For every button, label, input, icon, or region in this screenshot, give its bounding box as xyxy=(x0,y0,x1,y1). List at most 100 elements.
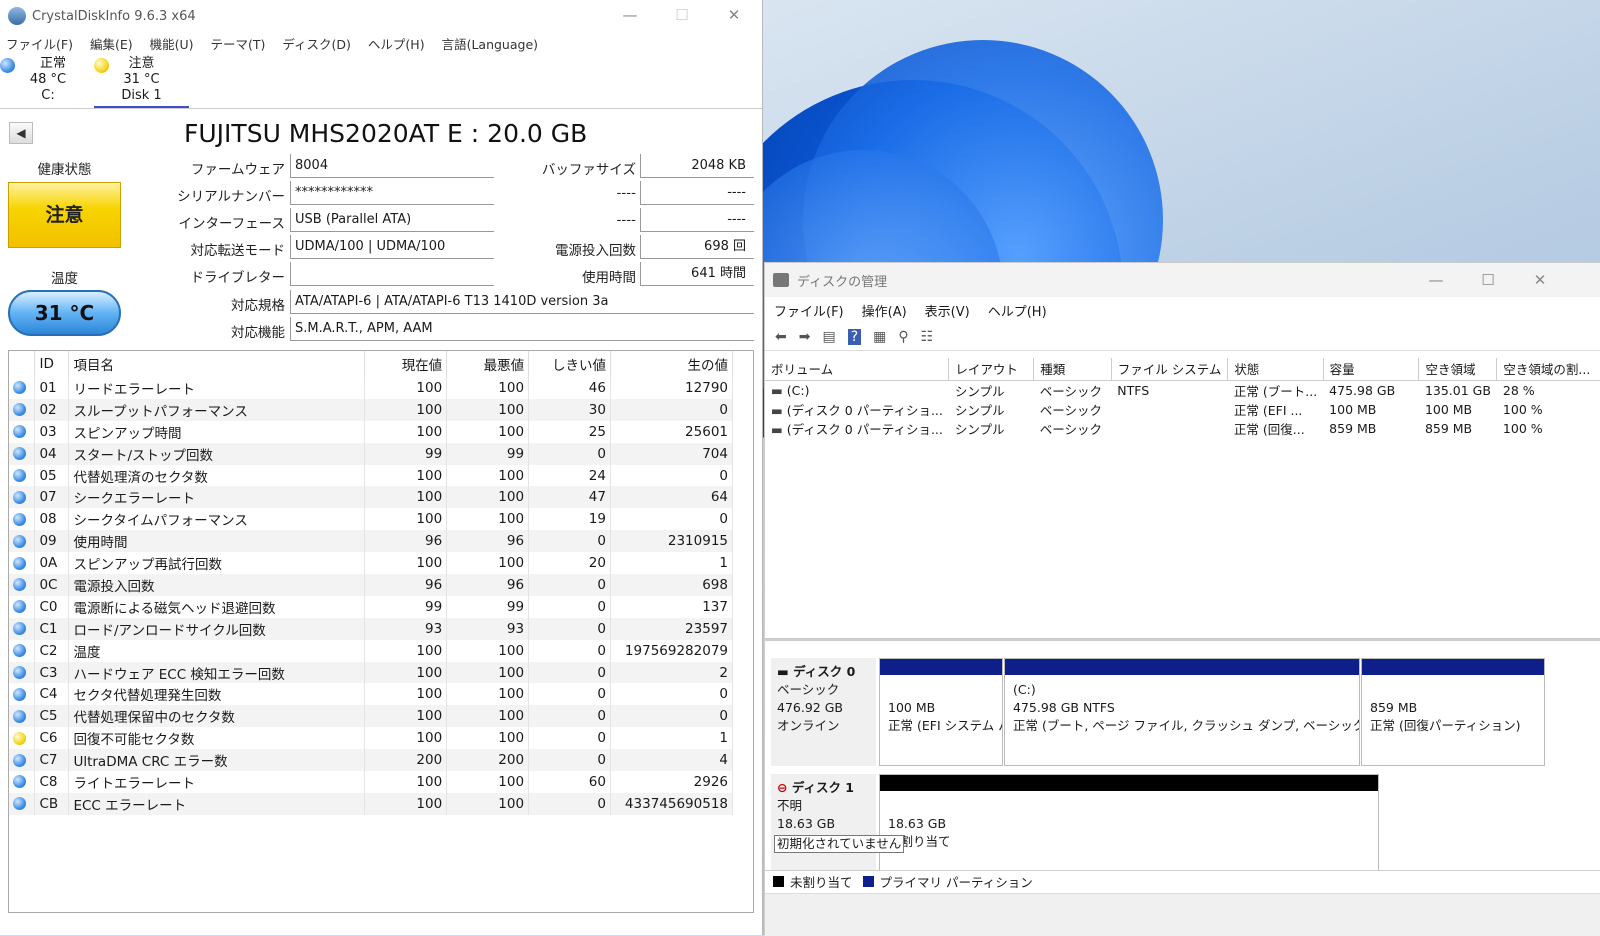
disk-tab-c[interactable]: 正常 48 °C C: xyxy=(0,56,88,104)
minimize-button[interactable]: — xyxy=(604,6,656,24)
capacity-column-header[interactable]: 容量 xyxy=(1323,358,1420,381)
menu-action[interactable]: 操作(A) xyxy=(862,301,907,320)
smart-row[interactable]: 01 リードエラーレート 100 100 46 12790 xyxy=(9,377,734,399)
console-tree-icon[interactable]: ▤ xyxy=(822,329,835,345)
menu-language[interactable]: 言語(Language) xyxy=(442,34,538,53)
smart-row[interactable]: 0C 電源投入回数 96 96 0 698 xyxy=(9,574,734,596)
volume-row[interactable]: ▬ (ディスク 0 パーティショ... シンプル ベーシック 正常 (EFI ... 1… xyxy=(765,400,1600,420)
status-column-header[interactable]: 状態 xyxy=(1227,358,1324,381)
drive-title: FUJITSU MHS2020AT E : 20.0 GB xyxy=(184,119,588,148)
back-arrow-icon[interactable]: ⬅ xyxy=(775,329,787,345)
volume-row[interactable]: ▬ (C:) シンプル ベーシック NTFS 正常 (ブート... 475.98 GB 13… xyxy=(765,380,1600,400)
status-dot-icon xyxy=(94,58,109,73)
attr-worst: 100 xyxy=(446,398,530,421)
smart-row[interactable]: C2 温度 100 100 0 197569282079 xyxy=(9,639,734,662)
menu-function[interactable]: 機能(U) xyxy=(150,34,194,53)
power-on-hours-value: 641 時間 xyxy=(640,262,754,286)
menu-help[interactable]: ヘルプ(H) xyxy=(368,34,425,53)
previous-disk-button[interactable]: ◀ xyxy=(9,122,33,144)
threshold-column-header[interactable]: しきい値 xyxy=(528,351,611,377)
type-column-header[interactable]: 種類 xyxy=(1033,358,1112,381)
menu-edit[interactable]: 編集(E) xyxy=(90,34,133,53)
drive-letter-value xyxy=(290,262,494,286)
smart-row[interactable]: 03 スピンアップ時間 100 100 25 25601 xyxy=(9,420,734,443)
disk-1-info[interactable]: ⊖ ディスク 1 不明 18.63 GB xyxy=(771,774,876,874)
close-button[interactable]: ✕ xyxy=(708,6,760,24)
menu-help[interactable]: ヘルプ(H) xyxy=(988,301,1047,320)
attr-id: 09 xyxy=(34,530,70,553)
menu-view[interactable]: 表示(V) xyxy=(925,301,970,320)
smart-row[interactable]: 05 代替処理済のセクタ数 100 100 24 0 xyxy=(9,464,734,487)
smart-row[interactable]: C8 ライトエラーレート 100 100 60 2926 xyxy=(9,771,734,793)
smart-row[interactable]: C5 代替処理保留中のセクタ数 100 100 0 0 xyxy=(9,705,734,728)
cdi-menubar: ファイル(F) 編集(E) 機能(U) テーマ(T) ディスク(D) ヘルプ(H… xyxy=(0,32,762,54)
current-column-header[interactable]: 現在値 xyxy=(364,351,448,377)
properties-icon[interactable]: ▦ xyxy=(873,329,886,345)
status-dot-cell xyxy=(9,771,36,793)
temperature-badge: 31 °C xyxy=(8,290,121,336)
smart-row[interactable]: 02 スループットパフォーマンス 100 100 30 0 xyxy=(9,398,734,421)
maximize-button[interactable]: ☐ xyxy=(656,6,708,24)
disk-0-row[interactable]: ▬ ディスク 0 ベーシック 476.92 GB オンライン 100 MB 正常 … xyxy=(771,658,1561,766)
disk-1-row[interactable]: ⊖ ディスク 1 不明 18.63 GB 18.63 GB 未割り当て xyxy=(771,774,1561,874)
disk-tab-1[interactable]: 注意 31 °C Disk 1 xyxy=(94,56,189,108)
volume-cell: ベーシック xyxy=(1039,422,1102,438)
smart-row[interactable]: C4 セクタ代替処理発生回数 100 100 0 0 xyxy=(9,683,734,706)
menu-file[interactable]: ファイル(F) xyxy=(6,34,73,53)
forward-arrow-icon[interactable]: ➡ xyxy=(799,329,811,345)
menu-disk[interactable]: ディスク(D) xyxy=(282,34,351,53)
smart-row[interactable]: 07 シークエラーレート 100 100 47 64 xyxy=(9,486,734,509)
help-icon[interactable]: ? xyxy=(847,328,862,345)
smart-row[interactable]: C3 ハードウェア ECC 検知エラー回数 100 100 0 2 xyxy=(9,661,734,684)
partition-unallocated[interactable]: 18.63 GB 未割り当て xyxy=(879,774,1379,874)
volume-list[interactable]: ボリューム レイアウト 種類 ファイル システム 状態 容量 空き領域 空き領域… xyxy=(765,358,1600,641)
volume-cell: 100 % xyxy=(1502,421,1543,437)
smart-row[interactable]: C1 ロード/アンロードサイクル回数 93 93 0 23597 xyxy=(9,617,734,640)
filesystem-column-header[interactable]: ファイル システム xyxy=(1111,358,1229,381)
attr-current: 100 xyxy=(364,661,448,684)
volume-row[interactable]: ▬ (ディスク 0 パーティショ... シンプル ベーシック 正常 (回復... 859… xyxy=(765,419,1600,439)
partition-efi[interactable]: 100 MB正常 (EFI システム パーティション) xyxy=(879,658,1003,766)
menu-file[interactable]: ファイル(F) xyxy=(774,301,844,320)
power-on-count-value: 698 回 xyxy=(640,235,754,259)
menu-theme[interactable]: テーマ(T) xyxy=(211,34,266,53)
worst-column-header[interactable]: 最悪値 xyxy=(446,351,530,377)
smart-row[interactable]: 09 使用時間 96 96 0 2310915 xyxy=(9,530,734,553)
close-button[interactable]: ✕ xyxy=(1514,271,1566,289)
smart-row[interactable]: C6 回復不可能セクタ数 100 100 0 1 xyxy=(9,727,734,750)
attr-threshold: 46 xyxy=(528,377,611,399)
disk-0-info[interactable]: ▬ ディスク 0 ベーシック 476.92 GB オンライン xyxy=(771,658,876,766)
connect-icon[interactable]: ⚲ xyxy=(898,329,908,345)
smart-row[interactable]: 04 スタート/ストップ回数 99 99 0 704 xyxy=(9,442,734,465)
id-column-header[interactable]: ID xyxy=(34,351,70,377)
free-percent-column-header[interactable]: 空き領域の割... xyxy=(1496,358,1600,381)
blank-value-2: ---- xyxy=(640,208,754,232)
smart-row[interactable]: 08 シークタイムパフォーマンス 100 100 19 0 xyxy=(9,508,734,531)
attr-worst: 100 xyxy=(446,464,530,487)
layout-column-header[interactable]: レイアウト xyxy=(948,358,1035,381)
partition-c[interactable]: (C:) 475.98 GB NTFS 正常 (ブート, ページ ファイル, クラッ… xyxy=(1004,658,1360,766)
attr-id: 01 xyxy=(34,377,70,399)
status-column-header[interactable] xyxy=(9,351,36,377)
smart-attributes-table[interactable]: ID 項目名 現在値 最悪値 しきい値 生の値 01 リードエラーレート 100 10… xyxy=(8,350,754,913)
partition-legend: 未割り当て プライマリ パーティション xyxy=(765,870,1600,892)
maximize-button[interactable]: ☐ xyxy=(1462,271,1514,289)
attr-name: リードエラーレート xyxy=(68,377,366,399)
volume-cell: ベーシック xyxy=(1039,383,1102,399)
raw-column-header[interactable]: 生の値 xyxy=(610,351,734,377)
smart-row[interactable]: CB ECC エラーレート 100 100 0 433745690518 xyxy=(9,792,734,815)
smart-row[interactable]: C0 電源断による磁気ヘッド退避回数 99 99 0 137 xyxy=(9,595,734,618)
name-column-header[interactable]: 項目名 xyxy=(68,351,366,377)
partition-recovery[interactable]: 859 MB 正常 (回復パーティション) xyxy=(1361,658,1545,766)
smart-row[interactable]: 0A スピンアップ再試行回数 100 100 20 1 xyxy=(9,552,734,575)
health-status-button[interactable]: 注意 xyxy=(8,182,121,248)
attr-id: C3 xyxy=(34,661,70,684)
attr-current: 99 xyxy=(364,595,448,618)
settings-icon[interactable]: ☷ xyxy=(921,329,934,345)
smart-row[interactable]: C7 UltraDMA CRC エラー数 200 200 0 4 xyxy=(9,749,734,772)
minimize-button[interactable]: — xyxy=(1410,271,1462,289)
attr-raw: 433745690518 xyxy=(610,792,734,815)
volume-cell: シンプル xyxy=(954,422,1005,438)
free-space-column-header[interactable]: 空き領域 xyxy=(1418,358,1498,381)
volume-column-header[interactable]: ボリューム xyxy=(765,358,950,381)
